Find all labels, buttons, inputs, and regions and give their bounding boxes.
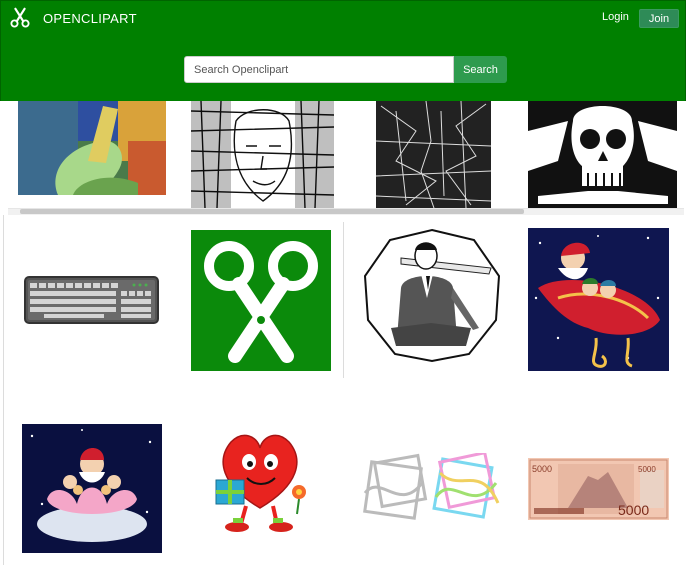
login-link[interactable]: Login (602, 11, 629, 23)
search-button[interactable]: Search (454, 56, 507, 83)
clipart-thumb-vintage-gentleman[interactable] (361, 228, 503, 363)
brand-name: OPENCLIPART (43, 10, 137, 26)
join-button[interactable]: Join (639, 9, 679, 28)
clipart-thumb-celtic-knots[interactable] (360, 453, 502, 525)
top-navbar: OPENCLIPART Login Join Search (0, 0, 686, 101)
clipart-thumb-heart-with-gift[interactable] (211, 430, 309, 534)
brand-link[interactable]: OPENCLIPART (9, 7, 137, 29)
clipart-thumb-skull-and-crossbones[interactable] (528, 101, 677, 208)
scissors-icon (10, 7, 30, 28)
column-divider (343, 222, 344, 378)
banknote-value-top: 5000 (532, 464, 552, 474)
banknote-value-top-right: 5000 (638, 465, 656, 474)
clipart-thumb-santa-lotus-cloud[interactable] (22, 424, 162, 553)
page: OPENCLIPART Login Join Search Openclipar… (0, 0, 686, 565)
clipart-thumb-abstract-lines[interactable] (376, 101, 491, 208)
banknote-value-bottom: 5000 (618, 502, 649, 518)
clipart-thumb-scissors[interactable] (191, 230, 331, 371)
clipart-thumb-line-portrait[interactable] (191, 101, 334, 208)
clipart-thumb-pop-art-hand[interactable] (18, 101, 166, 195)
left-border (3, 215, 4, 565)
clipart-thumb-santa-sleigh[interactable] (528, 228, 669, 371)
clipart-thumb-banknote-5000[interactable]: 5000 5000 5000 (528, 458, 669, 520)
search-input[interactable] (184, 56, 454, 83)
clipart-thumb-keyboard[interactable] (24, 276, 159, 324)
scrollbar-thumb[interactable] (20, 209, 524, 214)
